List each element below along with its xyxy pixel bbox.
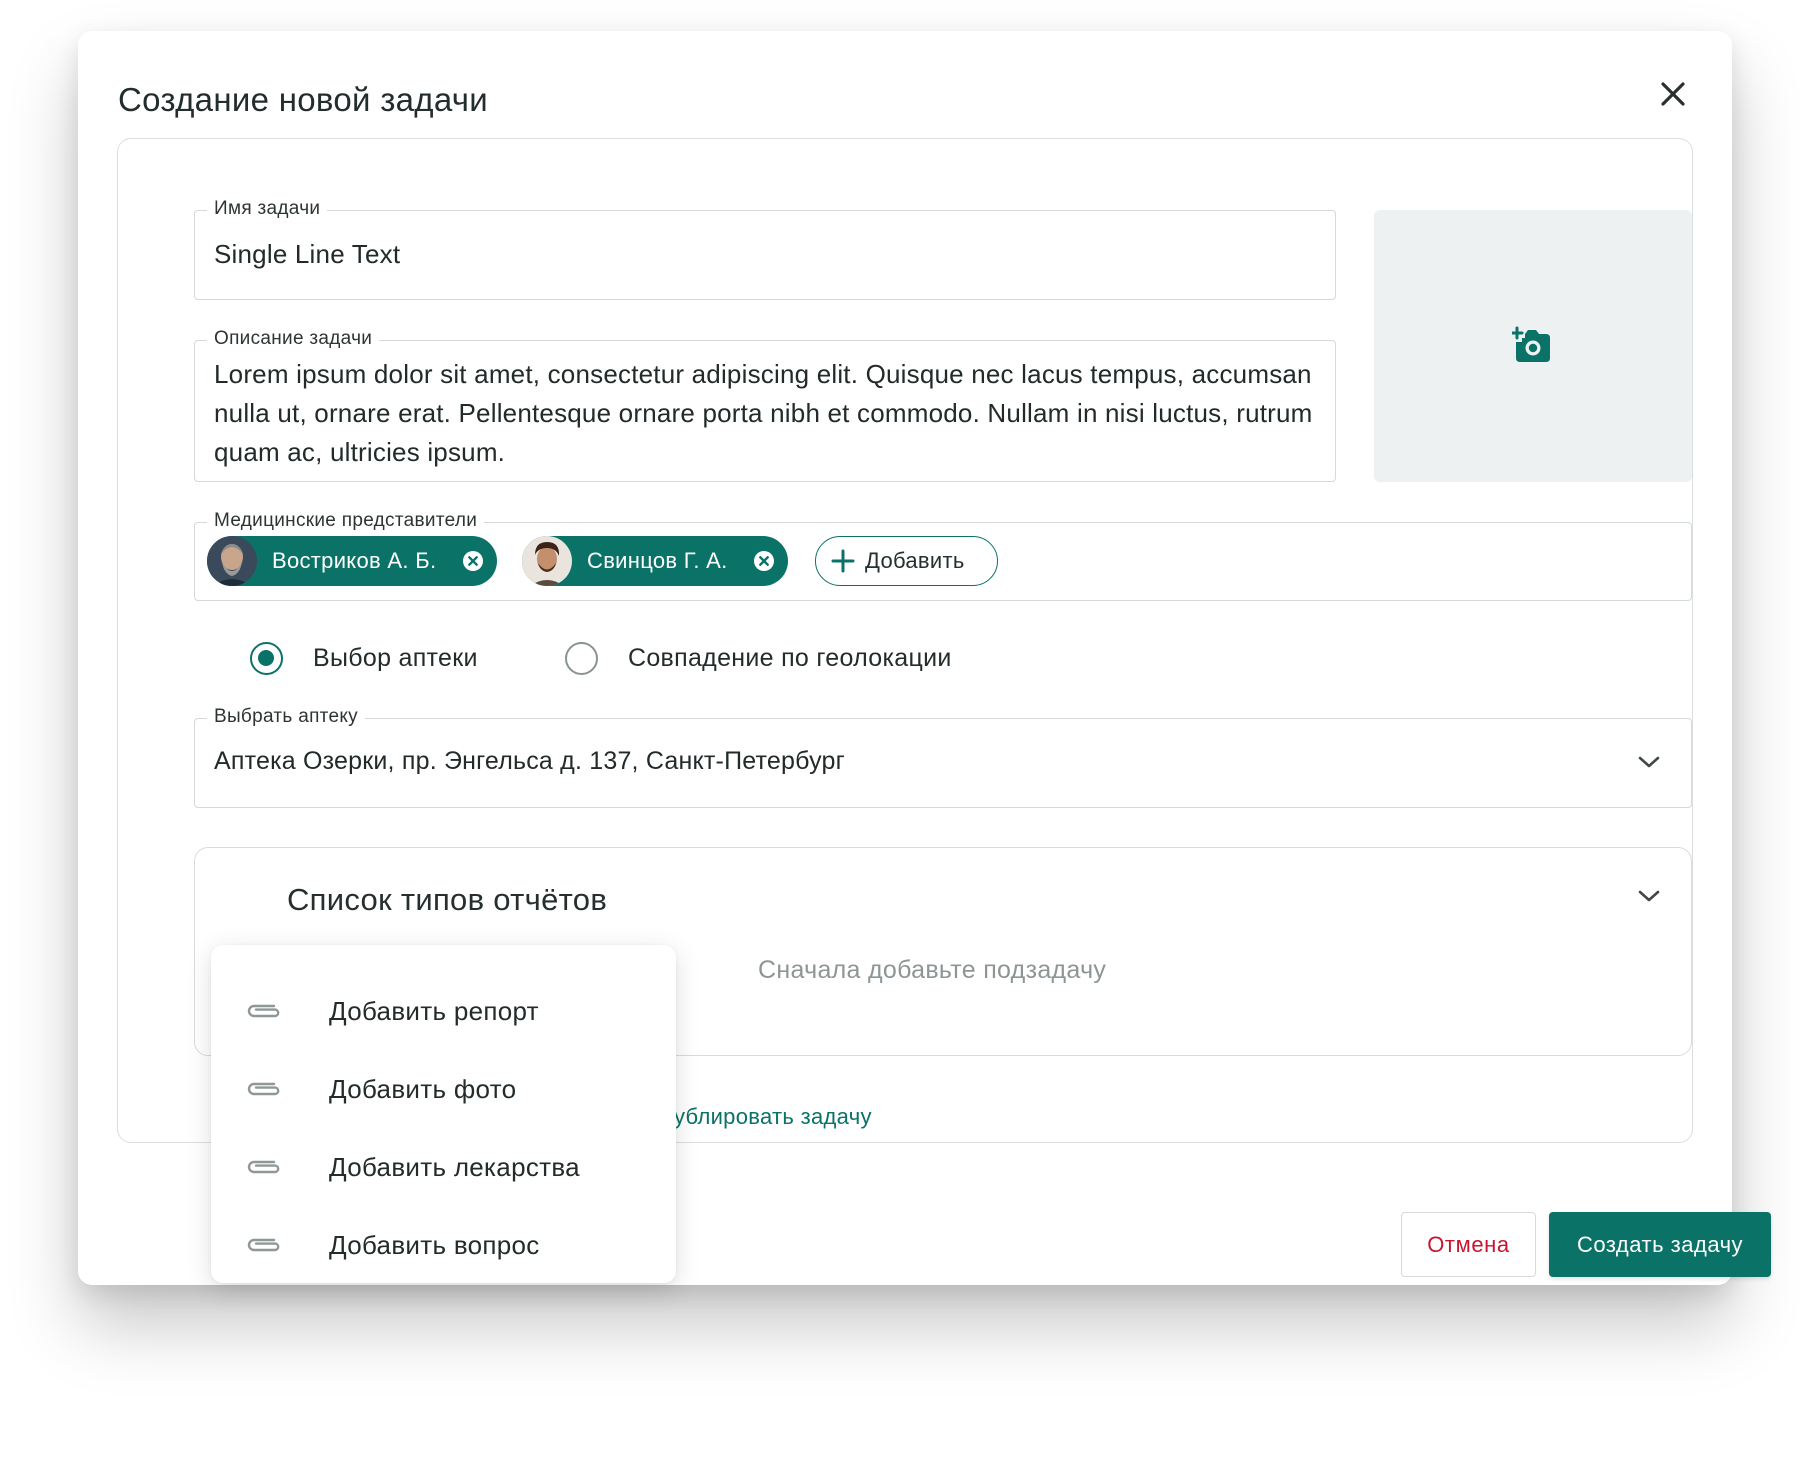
add-rep-button[interactable]: Добавить [815, 536, 998, 586]
paperclip-icon [247, 1238, 280, 1252]
duplicate-task-link[interactable]: ублировать задачу [674, 1104, 872, 1130]
medical-reps-field[interactable]: Медицинские представители Востриков А. Б… [194, 510, 1692, 601]
menu-item-add-report[interactable]: Добавить репорт [211, 976, 676, 1046]
medical-reps-label: Медицинские представители [207, 510, 485, 532]
avatar [207, 536, 257, 586]
dialog-title: Создание новой задачи [118, 81, 488, 118]
menu-item-add-medicines[interactable]: Добавить лекарства [211, 1132, 676, 1202]
radio-selected-icon [250, 642, 283, 675]
paperclip-icon [247, 1160, 280, 1174]
menu-item-add-question[interactable]: Добавить вопрос [211, 1210, 676, 1280]
close-icon[interactable] [1652, 73, 1694, 115]
rep-chip-label: Востриков А. Б. [272, 548, 437, 573]
menu-item-label: Добавить фото [329, 1073, 517, 1104]
add-photo-icon [1512, 326, 1550, 362]
menu-item-label: Добавить лекарства [329, 1151, 580, 1182]
chevron-down-icon[interactable] [1637, 754, 1661, 770]
radio-unselected-icon [565, 642, 598, 675]
task-name-field[interactable]: Имя задачи Single Line Text [194, 198, 1336, 300]
radio-pharmacy-choice[interactable]: Выбор аптеки [250, 642, 478, 675]
task-name-label: Имя задачи [207, 198, 328, 220]
create-task-dialog: Создание новой задачи Имя задачи Single … [78, 31, 1771, 1285]
remove-chip-icon[interactable] [753, 550, 775, 572]
paperclip-icon [247, 1082, 280, 1096]
task-description-field[interactable]: Описание задачи Lorem ipsum dolor sit am… [194, 328, 1336, 482]
remove-chip-icon[interactable] [462, 550, 484, 572]
avatar [522, 536, 572, 586]
radio-label: Совпадение по геолокации [628, 644, 952, 672]
radio-label: Выбор аптеки [313, 644, 478, 672]
photo-upload-area[interactable] [1374, 210, 1692, 482]
plus-icon [831, 549, 855, 573]
report-types-empty-text: Сначала добавьте подзадачу [758, 956, 1107, 984]
rep-chip[interactable]: Востриков А. Б. [207, 536, 497, 586]
create-task-button[interactable]: Создать задачу [1549, 1212, 1771, 1277]
task-description-label: Описание задачи [207, 328, 380, 350]
pharmacy-select[interactable]: Выбрать аптеку Аптека Озерки, пр. Энгель… [194, 706, 1692, 808]
report-types-title: Список типов отчётов [287, 882, 608, 917]
menu-item-add-photo[interactable]: Добавить фото [211, 1054, 676, 1124]
add-item-menu: Добавить репорт Добавить фото Добавить л… [211, 945, 676, 1283]
cancel-button[interactable]: Отмена [1401, 1212, 1536, 1277]
pharmacy-select-label: Выбрать аптеку [207, 706, 365, 728]
menu-item-label: Добавить вопрос [329, 1229, 540, 1260]
task-description-value[interactable]: Lorem ipsum dolor sit amet, consectetur … [214, 355, 1314, 472]
radio-geolocation-match[interactable]: Совпадение по геолокации [565, 642, 952, 675]
rep-chip-label: Свинцов Г. А. [587, 548, 728, 573]
chevron-down-icon[interactable] [1637, 888, 1661, 904]
add-rep-label: Добавить [865, 548, 965, 573]
paperclip-icon [247, 1004, 280, 1018]
task-name-value[interactable]: Single Line Text [214, 239, 400, 270]
menu-item-label: Добавить репорт [329, 995, 539, 1026]
pharmacy-select-value: Аптека Озерки, пр. Энгельса д. 137, Санк… [214, 747, 845, 775]
rep-chip[interactable]: Свинцов Г. А. [522, 536, 788, 586]
